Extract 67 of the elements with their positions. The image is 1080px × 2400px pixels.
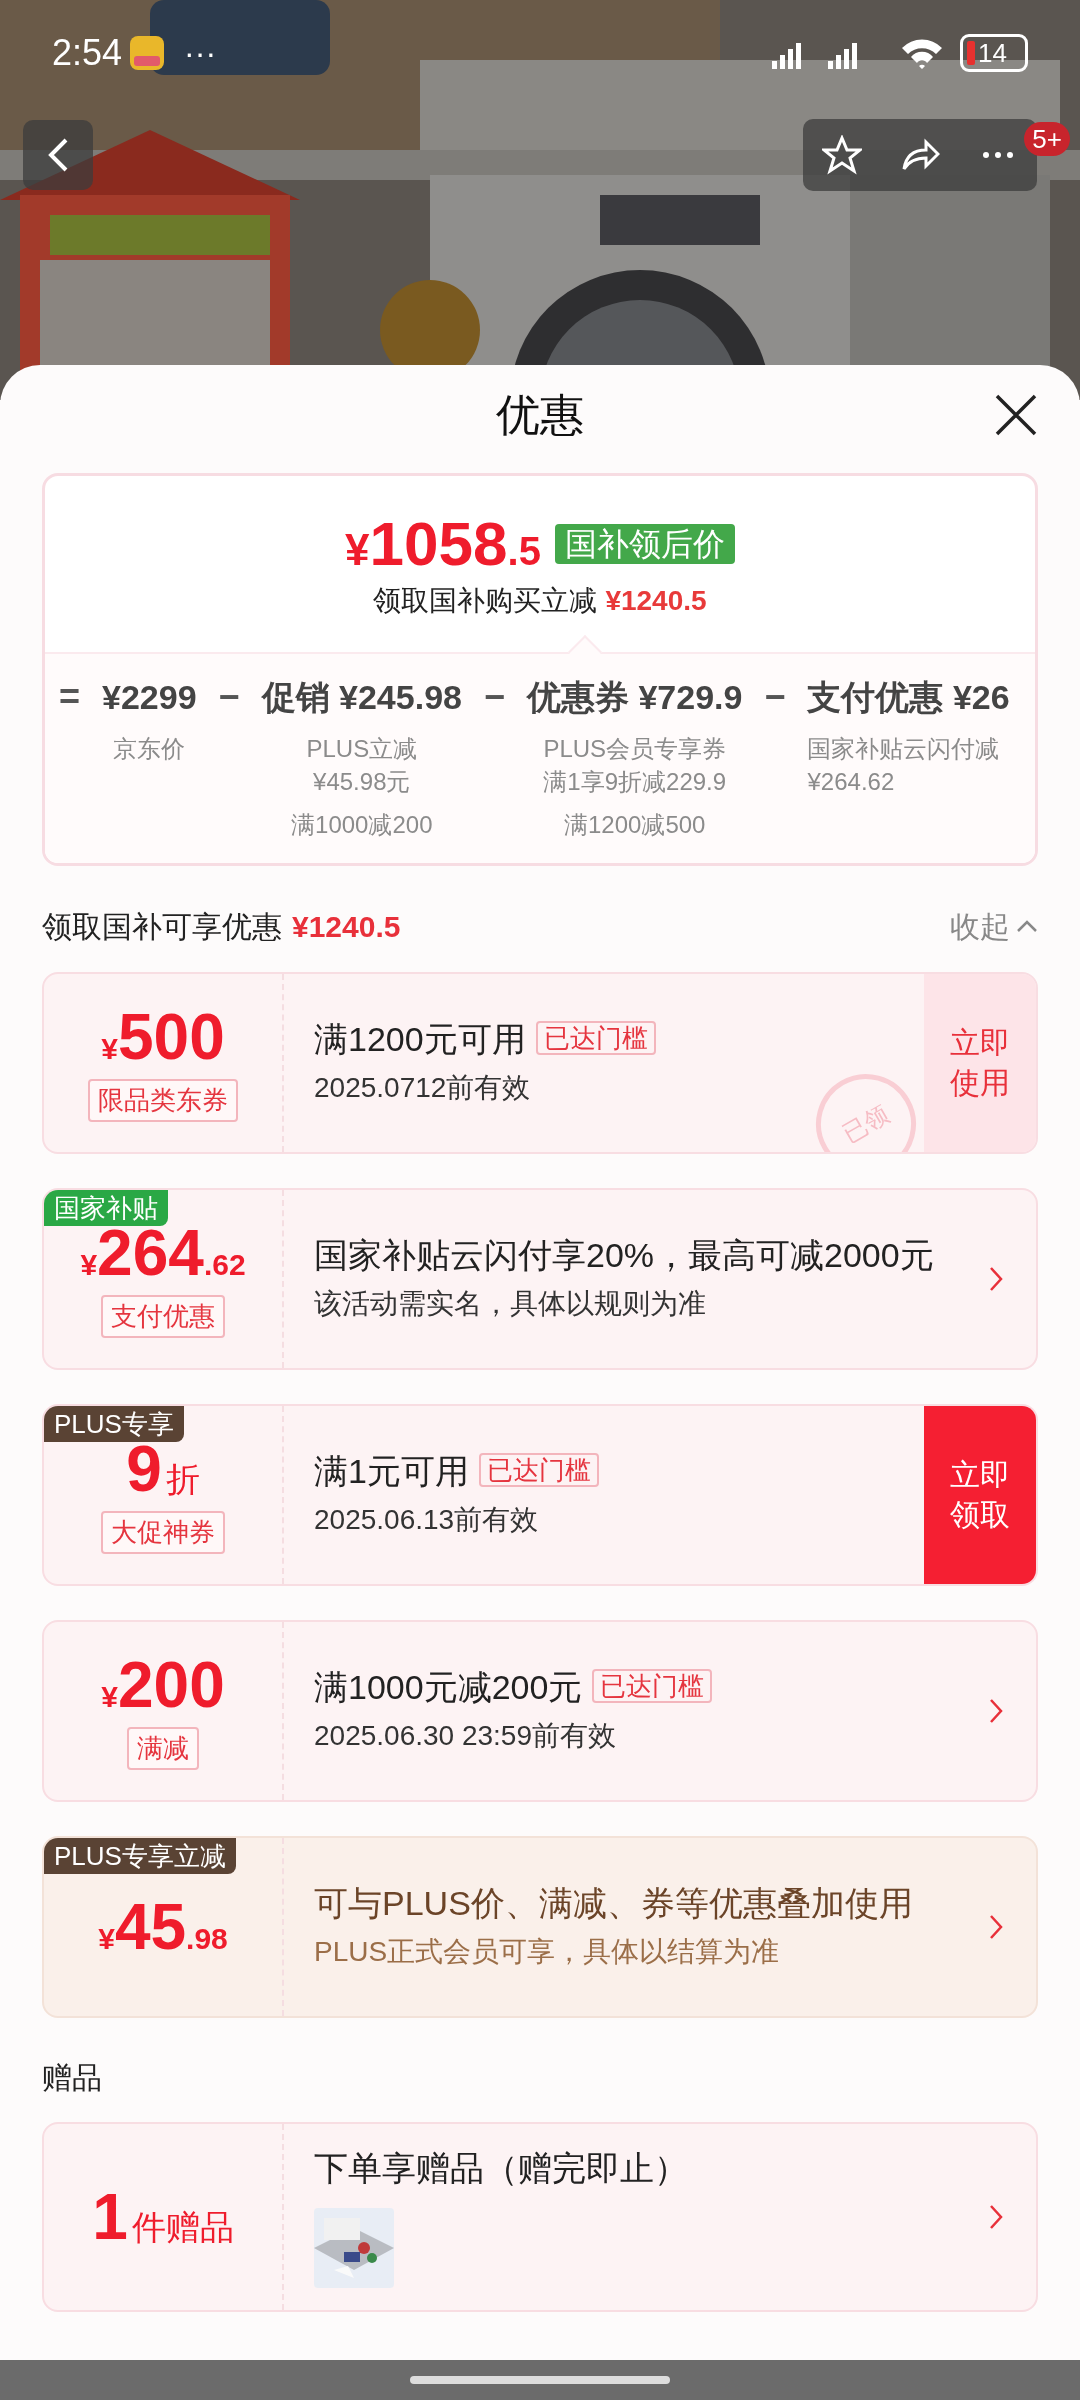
threshold-tag: 已达门槛 <box>535 1021 656 1056</box>
breakdown-amount: 支付优惠 ¥26 <box>807 677 1010 719</box>
chevron-icon[interactable] <box>989 2204 1003 2231</box>
status-time: 2:54 <box>52 31 123 75</box>
operator-sign: = <box>59 675 81 720</box>
offer-type-tag: 限品类东券 <box>88 1078 238 1122</box>
back-button[interactable] <box>23 120 93 190</box>
offer-amount: ¥500 <box>101 1004 225 1069</box>
offer-type-tag: 满减 <box>127 1726 199 1770</box>
offer-subtitle: PLUS正式会员可享，具体以结算为准 <box>314 1935 781 1970</box>
chevron-icon[interactable] <box>989 1698 1003 1725</box>
breakdown-note: PLUS会员专享券 <box>543 734 727 765</box>
saving-label: 领取国补购买立减 <box>373 585 598 617</box>
offer-title: 可与PLUS价、满减、券等优惠叠加使用 <box>314 1884 913 1923</box>
threshold-tag: 已达门槛 <box>592 1669 713 1704</box>
threshold-tag: 已达门槛 <box>478 1453 599 1488</box>
breakdown-note: ¥264.62 <box>807 767 895 798</box>
offer-type-tag: 支付优惠 <box>101 1294 225 1338</box>
breakdown-note: ¥45.98元 <box>313 767 411 798</box>
back-icon <box>46 137 70 173</box>
caret-icon <box>1016 919 1038 934</box>
close-button[interactable] <box>994 393 1038 437</box>
section-title: 赠品 <box>42 2059 102 2096</box>
sheet-title: 优惠 <box>496 389 584 441</box>
corner-tag: 国家补贴 <box>44 1190 168 1227</box>
offer-title: 满1000元减200元 <box>314 1668 583 1707</box>
offer-subtitle: 2025.0712前有效 <box>314 1071 532 1106</box>
saving-value: ¥1240.5 <box>605 585 707 617</box>
offer-title: 国家补贴云闪付享20%，最高可减2000元 <box>314 1236 934 1275</box>
offer-title: 下单享赠品（赠完即止） <box>314 2149 688 2188</box>
operator-sign: − <box>218 675 240 720</box>
chevron-icon[interactable] <box>989 1914 1003 1941</box>
offer-type-tag: 大促神券 <box>101 1510 225 1554</box>
more-notifications: ··· <box>184 34 217 73</box>
battery-indicator: 14 <box>960 34 1028 72</box>
breakdown-note: 满1享9折减229.9 <box>543 767 727 798</box>
offer-title: 满1200元可用 <box>314 1020 526 1059</box>
star-icon[interactable] <box>822 135 862 175</box>
breakdown-note: 满1000减200 <box>291 810 433 841</box>
offer-amount: ¥200 <box>101 1652 225 1717</box>
offer-subtitle: 2025.06.30 23:59前有效 <box>314 1719 617 1754</box>
section-title: 领取国补可享优惠 <box>42 908 282 945</box>
operator-sign: − <box>764 675 786 720</box>
offer-title: 满1元可用 <box>314 1452 469 1491</box>
collapse-toggle[interactable]: 收起 <box>950 903 1038 949</box>
price-tag: 国补领后价 <box>554 524 735 564</box>
app-notification-icon <box>130 36 165 70</box>
home-handle[interactable] <box>410 2376 670 2384</box>
breakdown-note: 京东价 <box>113 734 186 765</box>
price: ¥1058.5 <box>345 510 541 579</box>
breakdown-note: 国家补贴云闪付减 <box>807 734 1000 765</box>
breakdown-note: 满1200减500 <box>564 810 706 841</box>
offer-subtitle: 2025.06.13前有效 <box>314 1503 540 1538</box>
action-button[interactable]: 立即使用 <box>924 974 1036 1153</box>
section-value: ¥1240.5 <box>292 908 401 945</box>
offer-subtitle: 该活动需实名，具体以规则为准 <box>314 1287 707 1322</box>
breakdown-amount: ¥2299 <box>102 677 197 719</box>
breakdown-amount: 促销 ¥245.98 <box>261 677 462 719</box>
offer-amount: ¥45.98 <box>98 1895 228 1960</box>
chevron-icon[interactable] <box>989 1266 1003 1293</box>
breakdown-amount: 优惠券 ¥729.9 <box>527 677 743 719</box>
corner-tag: PLUS专享立减 <box>44 1838 236 1875</box>
offer-amount: 1件赠品 <box>92 2185 234 2250</box>
operator-sign: − <box>483 675 505 720</box>
breakdown-note: PLUS立减 <box>306 734 418 765</box>
corner-tag: PLUS专享 <box>44 1406 184 1443</box>
action-button[interactable]: 立即领取 <box>924 1406 1036 1585</box>
